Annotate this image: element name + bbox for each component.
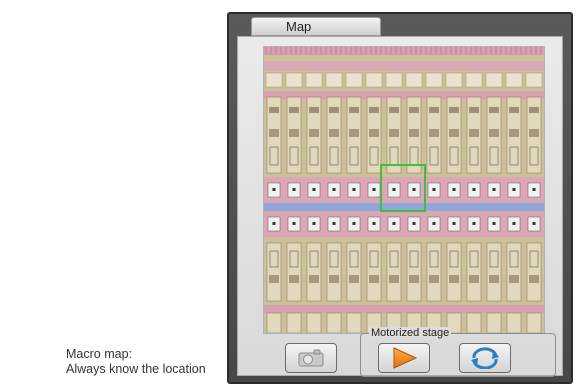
chip-image: [264, 47, 544, 333]
caption-line-2: Always know the location: [66, 362, 206, 376]
motorized-stage-label: Motorized stage: [369, 327, 452, 339]
play-icon: [390, 347, 418, 369]
map-panel-body: Motorized stage: [237, 36, 563, 377]
caption: Macro map: Always know the location: [66, 347, 206, 377]
caption-line-1: Macro map:: [66, 347, 132, 361]
refresh-icon: [468, 347, 502, 369]
tab-map[interactable]: Map: [251, 17, 381, 36]
start-button[interactable]: [378, 343, 430, 373]
capture-button[interactable]: [285, 343, 337, 373]
refresh-button[interactable]: [459, 343, 511, 373]
camera-icon: [298, 349, 324, 367]
macro-map[interactable]: [263, 46, 545, 334]
map-panel: Map Motorized stage: [227, 12, 573, 384]
